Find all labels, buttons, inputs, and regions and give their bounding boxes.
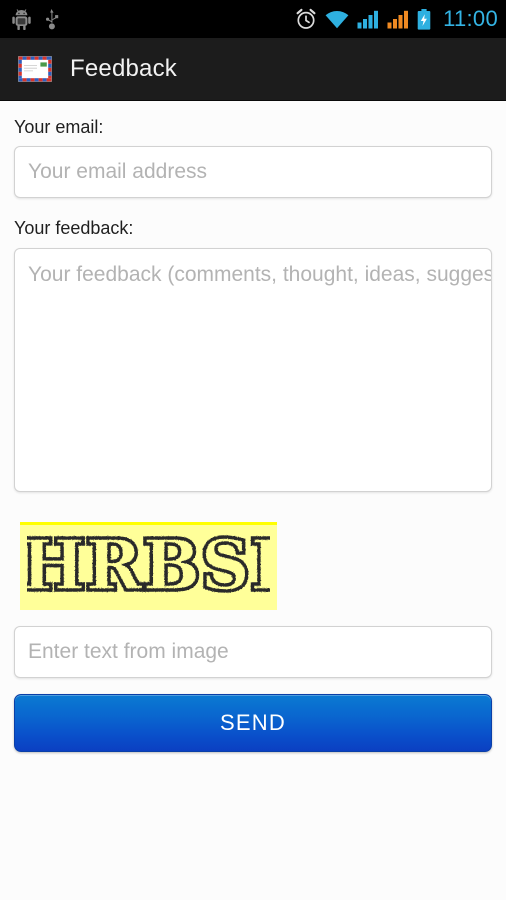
wifi-icon [325, 10, 349, 29]
status-bar-left-icons [12, 8, 59, 30]
signal-sim2-icon [387, 10, 409, 29]
email-label: Your email: [14, 117, 104, 137]
usb-icon [45, 8, 59, 30]
captcha-image[interactable]: IHRBSB IHRBSB [20, 521, 277, 610]
signal-sim1-icon [357, 10, 379, 29]
status-bar-right-icons: 11:00 [295, 8, 498, 30]
captcha-image-wrapper: IHRBSB IHRBSB [20, 521, 492, 610]
alarm-clock-icon [295, 8, 317, 30]
send-button[interactable]: SEND [14, 693, 492, 752]
captcha-text-graphic: IHRBSB IHRBSB [27, 533, 270, 601]
svg-text:IHRBSB: IHRBSB [27, 533, 270, 601]
captcha-input[interactable] [14, 625, 492, 678]
feedback-label: Your feedback: [14, 218, 134, 239]
action-bar: Feedback [0, 38, 506, 101]
feedback-form: Your email: Your feedback: IHRBSB IHRBSB [0, 101, 506, 900]
email-field[interactable] [14, 146, 492, 199]
android-bug-icon [12, 8, 31, 30]
status-bar: 11:00 [0, 0, 506, 38]
page-title: Feedback [70, 55, 177, 82]
feedback-field[interactable] [14, 247, 492, 492]
status-bar-clock: 11:00 [443, 6, 498, 31]
battery-charging-icon [417, 8, 431, 30]
envelope-airmail-icon [18, 56, 52, 82]
